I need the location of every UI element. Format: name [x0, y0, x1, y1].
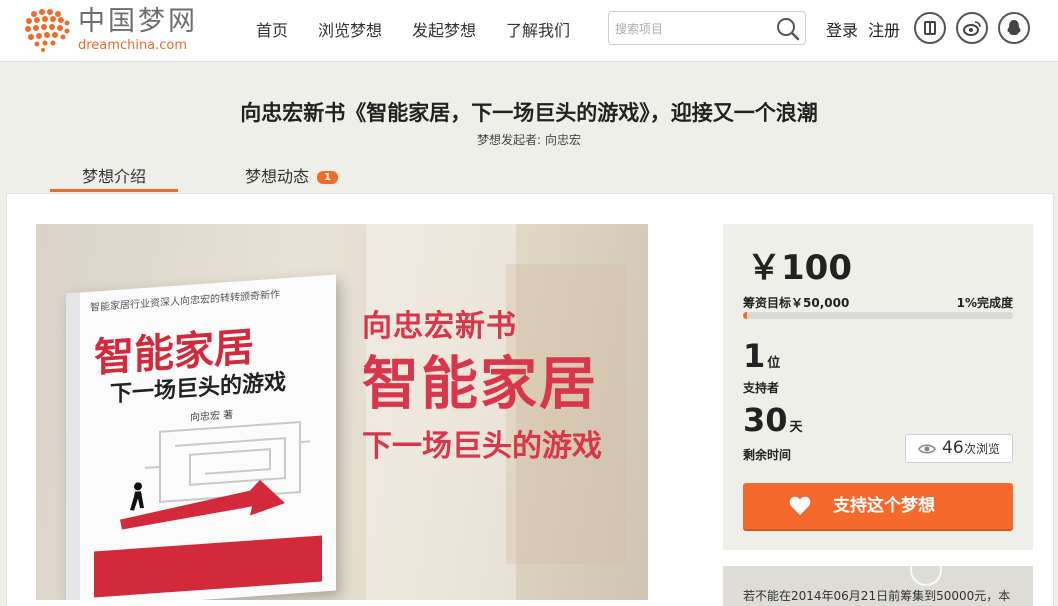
view-count-badge: 46 次浏览: [905, 434, 1013, 463]
qq-icon[interactable]: [998, 12, 1030, 44]
hero-subtitle: 下一场巨头的游戏: [362, 429, 602, 464]
update-count-badge: 1: [317, 171, 338, 184]
book-footer-band: [94, 535, 322, 598]
hero-title: 智能家居: [362, 351, 598, 417]
days-number: 30: [743, 401, 788, 439]
completion-percent: 1%完成度: [956, 296, 1013, 310]
initiator-label: 梦想发起者:: [476, 133, 542, 147]
initiator-line: 梦想发起者: 向忠宏: [0, 132, 1058, 148]
login-link[interactable]: 登录: [826, 21, 858, 40]
search-input[interactable]: [615, 18, 765, 40]
supporters-label: 支持者: [743, 381, 780, 395]
nav-home[interactable]: 首页: [256, 20, 288, 42]
auth-links: 登录 注册: [826, 20, 900, 42]
eye-icon: [918, 444, 936, 454]
nav-about-us[interactable]: 了解我们: [506, 20, 570, 42]
view-count-number: 46: [942, 438, 964, 458]
tab-dream-updates[interactable]: 梦想动态 1: [245, 164, 338, 192]
days-remaining: 30 天: [743, 400, 803, 448]
main-nav: 首页 浏览梦想 发起梦想 了解我们: [256, 20, 600, 42]
supporters-count: 1位: [743, 337, 780, 383]
supporters-unit: 位: [767, 356, 781, 371]
hero-banner: 智能家居行业资深人向忠宏的转转颁奇新作 智能家居 下一场巨头的游戏 向忠宏 著 …: [36, 224, 648, 600]
watermark-circle: [910, 554, 942, 586]
project-title: 向忠宏新书《智能家居，下一场巨头的游戏》，迎接又一个浪潮: [240, 101, 818, 125]
book-tagline: 智能家居行业资深人向忠宏的转转颁奇新作: [90, 289, 280, 314]
site-header: 中国梦网 dreamchina.com 首页 浏览梦想 发起梦想 了解我们 登录…: [0, 0, 1058, 62]
register-link[interactable]: 注册: [868, 21, 900, 40]
remaining-label: 剩余时间: [743, 448, 792, 462]
progress-bar: [743, 312, 1013, 319]
nav-browse-dreams[interactable]: 浏览梦想: [318, 20, 382, 42]
days-unit: 天: [789, 420, 803, 435]
progress-bar-fill: [743, 312, 748, 319]
nav-start-dream[interactable]: 发起梦想: [412, 20, 476, 42]
view-count-label: 次浏览: [964, 442, 1001, 456]
tab-dream-intro[interactable]: 梦想介绍: [50, 164, 178, 192]
logo-text: 中国梦网: [78, 6, 198, 37]
book-cover: 智能家居行业资深人向忠宏的转转颁奇新作 智能家居 下一场巨头的游戏 向忠宏 著: [66, 274, 336, 600]
heart-icon: [789, 496, 811, 515]
logo-domain: dreamchina.com: [78, 38, 188, 53]
weibo-icon[interactable]: [956, 12, 988, 44]
raised-amount: ￥100: [747, 248, 852, 288]
funding-goal: 筹资目标￥50,000: [743, 296, 850, 310]
renren-icon[interactable]: [914, 12, 946, 44]
search-box: [608, 11, 806, 45]
hero-headline: 向忠宏新书: [362, 309, 517, 344]
search-icon[interactable]: [775, 16, 801, 42]
book-title: 智能家居: [94, 324, 254, 382]
maze-illustration: [120, 421, 310, 530]
logo[interactable]: 中国梦网 dreamchina.com: [24, 6, 204, 54]
support-dream-button[interactable]: 支持这个梦想: [743, 483, 1013, 529]
supporters-number: 1: [743, 337, 766, 375]
tab-label: 梦想动态: [245, 167, 310, 186]
book-author: 向忠宏 著: [190, 409, 234, 424]
logo-dots-icon: [25, 9, 70, 52]
initiator-name[interactable]: 向忠宏: [545, 133, 581, 147]
tab-label: 梦想介绍: [81, 167, 146, 186]
funding-panel: ￥100 筹资目标￥50,000 1%完成度 1位 支持者 30 天 剩余时间 4…: [723, 224, 1033, 550]
watermark-logo: [910, 552, 1050, 592]
support-button-label: 支持这个梦想: [833, 496, 935, 516]
